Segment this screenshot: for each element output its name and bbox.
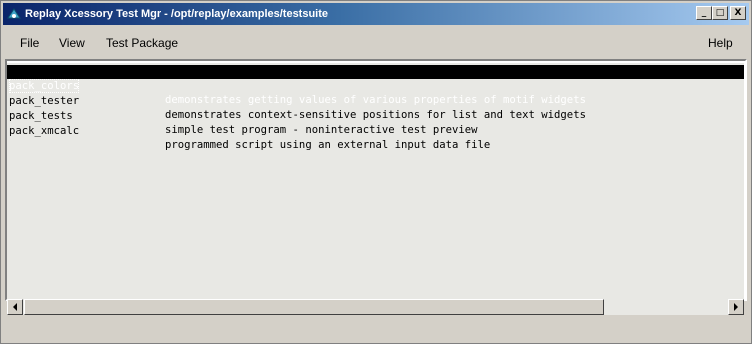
package-description: programmed script using an external inpu… (165, 139, 491, 151)
window-title: Replay Xcessory Test Mgr - /opt/replay/e… (25, 8, 329, 20)
menu-test-package[interactable]: Test Package (106, 36, 178, 50)
package-name: pack_xmcalc (9, 125, 80, 137)
status-area (3, 319, 749, 343)
app-window: Replay Xcessory Test Mgr - /opt/replay/e… (0, 0, 752, 344)
menu-help-label: Help (708, 36, 733, 50)
package-row[interactable]: pack_colors demonstrates getting values … (7, 65, 744, 106)
menu-file-label: File (20, 36, 40, 50)
package-row[interactable]: pack_xmcalc programmed script using an e… (7, 110, 744, 151)
title-bar[interactable]: Replay Xcessory Test Mgr - /opt/replay/e… (3, 3, 749, 25)
replay-app-icon (6, 6, 22, 22)
menu-file[interactable]: File (20, 36, 39, 50)
package-row[interactable]: pack_tests simple test program - noninte… (7, 95, 744, 136)
arrow-left-icon[interactable] (7, 299, 23, 315)
menu-test-package-label: Test Package (106, 36, 179, 50)
package-list[interactable]: pack_colors demonstrates getting values … (7, 63, 744, 299)
scrollbar-thumb[interactable] (24, 299, 604, 315)
menu-help[interactable]: Help (708, 36, 733, 50)
menu-view-label: View (59, 36, 85, 50)
package-row[interactable]: pack_tester demonstrates context-sensiti… (7, 80, 744, 121)
menu-bar: File View Test Package Help (3, 27, 749, 57)
package-description: simple test program - noninteractive tes… (165, 124, 478, 136)
horizontal-scrollbar[interactable] (7, 299, 744, 315)
window-controls: _ □ X (696, 6, 746, 20)
close-button[interactable]: X (730, 6, 746, 20)
menu-view[interactable]: View (59, 36, 85, 50)
maximize-button[interactable]: □ (712, 6, 728, 20)
minimize-button[interactable]: _ (696, 6, 712, 20)
arrow-right-icon[interactable] (728, 299, 744, 315)
